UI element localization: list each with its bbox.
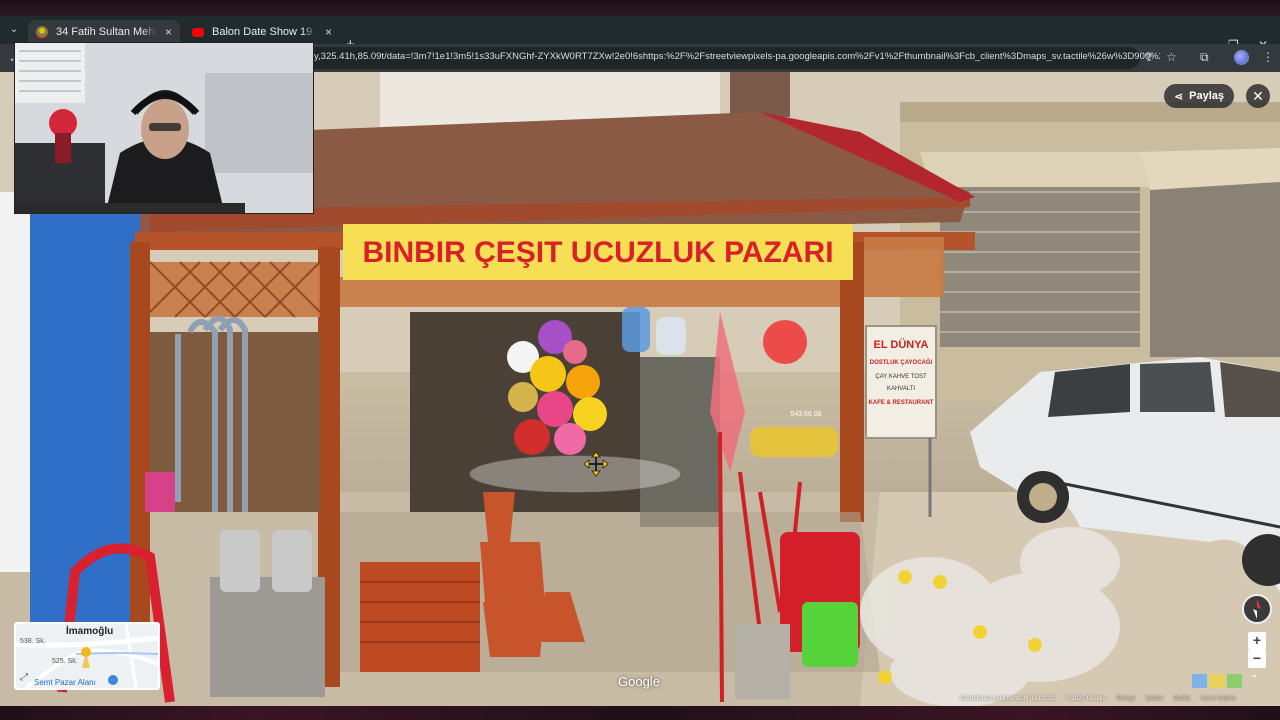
report-link[interactable]: Sorun bildirin — [1201, 696, 1236, 706]
minimap-poi-label: Semt Pazar Alanı — [34, 678, 96, 687]
tab-streetview[interactable]: 34 Fatih Sultan Mehmet Blv. - G × — [28, 20, 180, 44]
side-sign-line: ÇAY KAHVE TOST — [875, 374, 927, 380]
capture-date: Görüntünün çekilme tarihi: Nis 2022 — [960, 696, 1056, 702]
top-border — [0, 0, 1280, 16]
zoom-out-button[interactable]: − — [1248, 650, 1266, 668]
side-sign-line: KAFE & RESTAURANT — [869, 400, 934, 406]
price-tag-text: 543 66 08 — [790, 411, 821, 418]
minimap[interactable]: İmamoğlu 538. Sk. 525. Sk. Semt Pazar Al… — [14, 622, 160, 690]
tab-youtube[interactable]: Balon Date Show 19. Bölüm - Y × — [184, 20, 340, 44]
tab-close-icon[interactable]: × — [325, 25, 332, 39]
compass-icon[interactable] — [1242, 594, 1272, 624]
attribution-bar: Görüntünün çekilme tarihi: Nis 2022 © 20… — [960, 696, 1236, 706]
bottom-border — [0, 706, 1280, 720]
shop-sign-text: BINBIR ÇEŞIT UCUZLUK PAZARI — [362, 236, 833, 269]
share-icon: ⋖ — [1173, 90, 1184, 103]
google-logo: Google — [618, 674, 660, 689]
side-sign-line: EL DÜNYA — [873, 338, 928, 351]
layer-thumb — [1192, 674, 1208, 688]
google-maps-favicon-icon — [36, 26, 48, 38]
chevron-up-icon[interactable]: ⌃ — [1250, 674, 1258, 685]
minimap-place-label: İmamoğlu — [66, 626, 114, 637]
country-link[interactable]: Türkiye — [1116, 696, 1136, 706]
privacy-link[interactable]: Gizlilik — [1173, 696, 1190, 706]
puzzle-icon[interactable]: ⧉ — [1200, 50, 1209, 65]
expand-map-icon[interactable]: ⤢ — [20, 672, 28, 683]
close-streetview-button[interactable]: ✕ — [1246, 84, 1270, 108]
tab-search-button[interactable]: ⌄ — [6, 22, 22, 38]
profile-avatar[interactable] — [1234, 50, 1249, 65]
minimap-street-label: 525. Sk. — [52, 658, 78, 665]
terms-link[interactable]: Şartlar — [1146, 696, 1164, 706]
star-icon[interactable]: ☆ — [1166, 50, 1177, 64]
copyright: © 2025 Google — [1065, 696, 1106, 702]
share-button[interactable]: ⋖ Paylaş — [1164, 84, 1234, 108]
layer-thumb — [1209, 674, 1225, 688]
minimap-street-label: 538. Sk. — [20, 638, 46, 645]
youtube-favicon-icon — [192, 27, 204, 37]
side-sign-line: DOSTLUK ÇAYOCAĞI — [870, 358, 933, 366]
tab-close-icon[interactable]: × — [165, 25, 172, 39]
side-sign-line: KAHVALTI — [887, 386, 915, 392]
screen: ⌄ 34 Fatih Sultan Mehmet Blv. - G × Balo… — [0, 0, 1280, 720]
tab-title: Balon Date Show 19. Bölüm - Y — [212, 26, 317, 38]
webcam-image — [15, 43, 313, 213]
share-label: Paylaş — [1189, 90, 1225, 102]
tab-title: 34 Fatih Sultan Mehmet Blv. - G — [56, 26, 157, 38]
zoom-in-button[interactable]: + — [1248, 632, 1266, 650]
webcam-overlay — [14, 42, 314, 214]
install-icon[interactable]: ⇪ — [1144, 50, 1154, 64]
layers-toggle[interactable] — [1192, 674, 1242, 688]
tab-strip: ⌄ 34 Fatih Sultan Mehmet Blv. - G × Balo… — [0, 16, 1280, 53]
kebab-menu-icon[interactable]: ⋮ — [1262, 50, 1274, 64]
layer-thumb — [1226, 674, 1242, 688]
compass-needle — [1253, 599, 1261, 619]
url-text: y,325.41h,85.09t/data=!3m7!1e1!3m5!1s33u… — [314, 51, 1160, 62]
